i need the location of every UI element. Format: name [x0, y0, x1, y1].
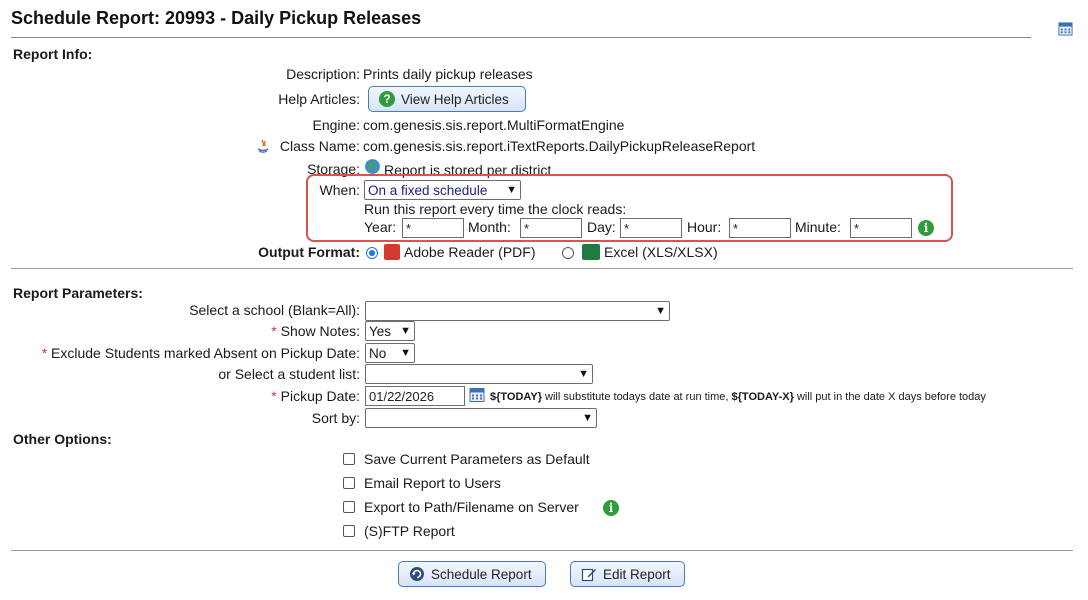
pickup-date-input[interactable]: 01/22/2026: [365, 386, 465, 406]
exclude-text: Exclude Students marked Absent on Pickup…: [51, 345, 360, 361]
today-token: ${TODAY}: [490, 391, 542, 403]
export-path-label: Export to Path/Filename on Server: [364, 499, 579, 515]
month-label: Month:: [468, 219, 511, 235]
help-articles-label: Help Articles:: [278, 91, 360, 107]
show-notes-select[interactable]: Yes ▼: [365, 321, 415, 341]
year-label: Year:: [364, 219, 397, 235]
when-select-value: On a fixed schedule: [368, 182, 488, 198]
edit-icon: [581, 568, 596, 582]
school-select[interactable]: ▼: [365, 301, 670, 321]
minute-input[interactable]: *: [850, 218, 912, 238]
engine-label: Engine:: [312, 117, 360, 133]
save-default-checkbox[interactable]: [343, 453, 355, 465]
class-name-label: Class Name:: [279, 138, 360, 154]
pdf-icon: [384, 244, 400, 260]
engine-value: com.genesis.sis.report.MultiFormatEngine: [363, 117, 625, 133]
xls-option-label: Excel (XLS/XLSX): [604, 244, 718, 260]
globe-icon: [365, 159, 380, 174]
info-icon[interactable]: i: [603, 500, 619, 516]
ftp-checkbox[interactable]: [343, 525, 355, 537]
pickup-date-label: * Pickup Date:: [271, 388, 360, 404]
show-notes-label: * Show Notes:: [271, 323, 360, 339]
description-value: Prints daily pickup releases: [363, 66, 533, 82]
minute-label: Minute:: [795, 219, 841, 235]
school-label: Select a school (Blank=All):: [189, 302, 360, 318]
email-users-checkbox[interactable]: [343, 477, 355, 489]
today-x-token: ${TODAY-X}: [731, 391, 794, 403]
exclude-value: No: [369, 345, 387, 361]
excel-icon: [582, 244, 600, 260]
report-parameters-heading: Report Parameters:: [13, 285, 143, 301]
export-path-checkbox[interactable]: [343, 501, 355, 513]
java-icon: [257, 139, 269, 153]
calendar-icon[interactable]: [1058, 21, 1073, 36]
exclude-select[interactable]: No ▼: [365, 343, 415, 363]
view-help-articles-label: View Help Articles: [401, 91, 509, 107]
show-notes-text: Show Notes:: [280, 323, 360, 339]
xls-radio[interactable]: [562, 247, 574, 259]
when-select[interactable]: On a fixed schedule ▼: [364, 180, 521, 200]
other-options-heading: Other Options:: [13, 431, 112, 447]
edit-report-label: Edit Report: [603, 566, 671, 582]
hour-input[interactable]: *: [729, 218, 791, 238]
calendar-icon[interactable]: [469, 386, 485, 403]
day-input[interactable]: *: [620, 218, 682, 238]
view-help-articles-button[interactable]: ? View Help Articles: [368, 86, 526, 112]
edit-report-button[interactable]: Edit Report: [570, 561, 685, 587]
output-format-label: Output Format:: [258, 244, 360, 260]
chevron-down-icon: ▼: [655, 305, 666, 317]
email-users-label: Email Report to Users: [364, 475, 501, 491]
chevron-down-icon: ▼: [578, 368, 589, 380]
student-list-label: or Select a student list:: [218, 366, 360, 382]
chevron-down-icon: ▼: [582, 412, 593, 424]
description-label: Description:: [286, 66, 360, 82]
required-marker: *: [271, 388, 281, 404]
hint-end: will put in the date X days before today: [793, 391, 986, 403]
pickup-date-text: Pickup Date:: [280, 388, 360, 404]
pdf-option-label: Adobe Reader (PDF): [404, 244, 536, 260]
student-list-select[interactable]: ▼: [365, 364, 593, 384]
when-label: When:: [319, 182, 360, 198]
help-question-icon: ?: [379, 91, 395, 107]
title-divider: [11, 37, 1031, 38]
actions-divider: [11, 550, 1073, 551]
hint-middle: will substitute todays date at run time,: [541, 391, 732, 403]
refresh-icon: [410, 567, 424, 581]
schedule-report-label: Schedule Report: [431, 566, 532, 582]
required-marker: *: [271, 323, 281, 339]
show-notes-value: Yes: [369, 323, 392, 339]
schedule-note: Run this report every time the clock rea…: [364, 201, 627, 217]
hour-label: Hour:: [687, 219, 722, 235]
pickup-date-hint: ${TODAY} will substitute todays date at …: [490, 391, 986, 403]
chevron-down-icon: ▼: [400, 347, 411, 359]
month-input[interactable]: *: [520, 218, 582, 238]
page-title: Schedule Report: 20993 - Daily Pickup Re…: [11, 8, 422, 28]
chevron-down-icon: ▼: [506, 184, 517, 196]
class-name-value: com.genesis.sis.report.iTextReports.Dail…: [363, 138, 756, 154]
ftp-label: (S)FTP Report: [364, 523, 455, 539]
save-default-label: Save Current Parameters as Default: [364, 451, 590, 467]
pdf-radio[interactable]: [366, 247, 378, 259]
report-info-heading: Report Info:: [13, 46, 93, 62]
sort-by-select[interactable]: ▼: [365, 408, 597, 428]
section-divider: [11, 268, 1073, 269]
required-marker: *: [41, 345, 52, 361]
sort-by-label: Sort by:: [311, 410, 360, 426]
year-input[interactable]: *: [402, 218, 464, 238]
info-icon[interactable]: i: [918, 220, 934, 236]
chevron-down-icon: ▼: [400, 325, 411, 337]
day-label: Day:: [587, 219, 616, 235]
exclude-label: * Exclude Students marked Absent on Pick…: [42, 345, 360, 361]
schedule-report-button[interactable]: Schedule Report: [398, 561, 546, 587]
